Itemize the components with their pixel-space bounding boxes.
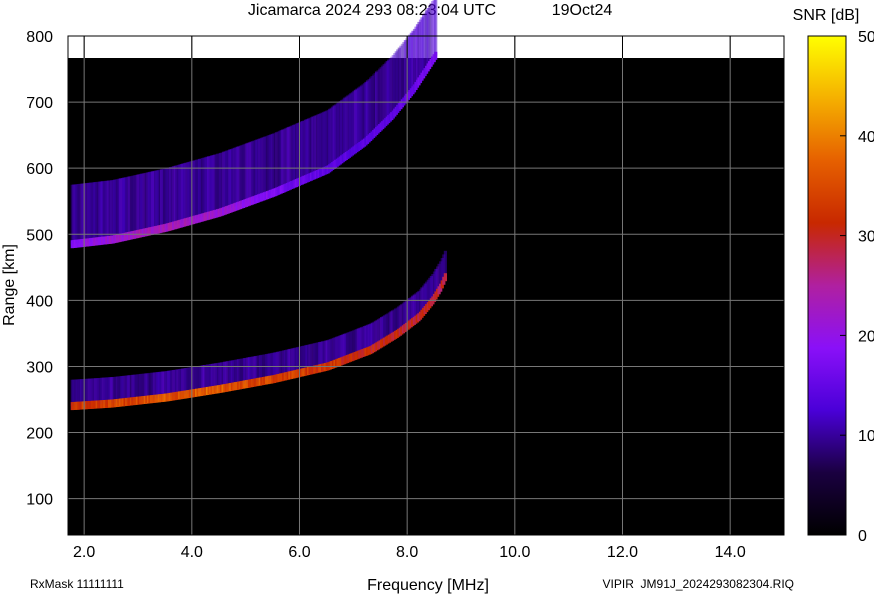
rx-mask-label: RxMask 11111111	[30, 577, 124, 591]
y-tick-label: 400	[26, 293, 53, 310]
echo-haze-cell	[434, 0, 438, 56]
x-tick-label: 10.0	[499, 544, 530, 561]
colorbar-tick-label: 20	[858, 328, 874, 345]
x-axis-label: Frequency [MHz]	[367, 577, 489, 594]
y-tick-label: 200	[26, 426, 53, 443]
colorbar-tick-label: 0	[858, 528, 867, 545]
y-tick-label: 700	[26, 95, 53, 112]
x-tick-label: 12.0	[607, 544, 638, 561]
colorbar-tick-label: 30	[858, 229, 874, 246]
y-tick-label: 100	[26, 492, 53, 509]
echo-cell	[443, 273, 447, 282]
echo-cell	[434, 51, 438, 60]
colorbar-tick-label: 40	[858, 129, 874, 146]
x-tick-label: 14.0	[715, 544, 746, 561]
colorbar-tick-label: 50	[858, 29, 874, 46]
y-axis: 100 200 300 400 500 600 700 800	[26, 29, 53, 509]
ionogram-chart: Jicamarca 2024 293 08:23:04 UTC 19Oct24 …	[1, 0, 874, 594]
file-label: VIPIR JM91J_2024293082304.RIQ	[603, 577, 794, 591]
colorbar-gradient	[807, 35, 847, 536]
y-tick-label: 500	[26, 227, 53, 244]
x-tick-label: 8.0	[396, 544, 418, 561]
chart-title: Jicamarca 2024 293 08:23:04 UTC	[248, 2, 496, 19]
x-axis: 2.0 4.0 6.0 8.0 10.0 12.0 14.0	[73, 544, 746, 561]
x-tick-label: 4.0	[181, 544, 203, 561]
colorbar-tick-label: 10	[858, 428, 874, 445]
colorbar-label: SNR [dB]	[793, 7, 860, 24]
x-tick-label: 2.0	[73, 544, 95, 561]
date-label: 19Oct24	[552, 2, 613, 19]
y-tick-label: 600	[26, 161, 53, 178]
y-tick-label: 300	[26, 359, 53, 376]
y-tick-label: 800	[26, 29, 53, 46]
colorbar: SNR [dB] 0 10 20 30 40 50	[793, 7, 874, 545]
plot-area	[67, 0, 785, 536]
x-tick-label: 6.0	[288, 544, 310, 561]
y-axis-label: Range [km]	[1, 244, 18, 326]
